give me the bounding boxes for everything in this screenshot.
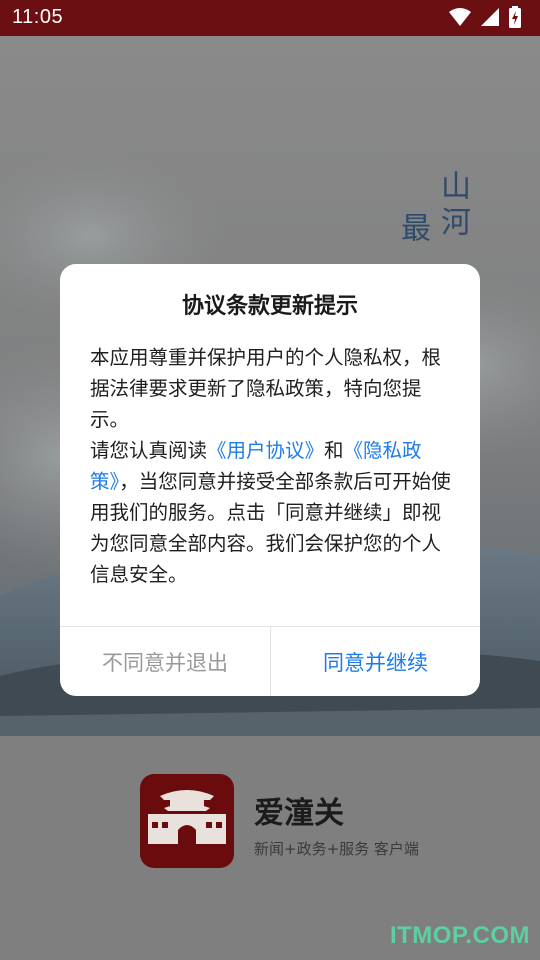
status-time: 11:05 <box>12 6 64 28</box>
status-bar: 11:05 <box>0 0 540 36</box>
paragraph-2-suffix: ，当您同意并接受全部条款后可开始使用我们的服务。点击「同意并继续」即视为您同意全… <box>90 470 451 586</box>
city-gate-icon <box>148 790 226 844</box>
dialog-paragraph-2: 请您认真阅读《用户协议》和《隐私政策》，当您同意并接受全部条款后可开始使用我们的… <box>90 435 452 590</box>
poem-column-1: 山河 <box>435 170 470 242</box>
screen: 11:05 山河 最 爱潼关 新闻+政务+服务 客户端 ITMOP.COM 协议… <box>0 0 540 960</box>
disagree-exit-button[interactable]: 不同意并退出 <box>60 627 270 696</box>
poem-column-2: 最 <box>395 212 430 248</box>
app-name: 爱潼关 <box>254 796 344 831</box>
status-icons <box>448 6 522 32</box>
watermark: ITMOP.COM <box>389 922 530 949</box>
dialog-title: 协议条款更新提示 <box>181 294 358 319</box>
wifi-icon <box>448 7 472 31</box>
dialog-body: 本应用尊重并保护用户的个人隐私权，根据法律要求更新了隐私政策，特向您提示。 请您… <box>90 342 452 590</box>
dialog-paragraph-1: 本应用尊重并保护用户的个人隐私权，根据法律要求更新了隐私政策，特向您提示。 <box>90 346 442 431</box>
privacy-update-dialog: 协议条款更新提示 本应用尊重并保护用户的个人隐私权，根据法律要求更新了隐私政策，… <box>60 264 480 696</box>
agree-continue-button[interactable]: 同意并继续 <box>271 627 480 696</box>
and-text: 和 <box>324 439 344 462</box>
cellular-signal-icon <box>480 7 500 31</box>
brand-area: 爱潼关 新闻+政务+服务 客户端 ITMOP.COM <box>0 736 540 960</box>
app-slogan: 新闻+政务+服务 客户端 <box>254 840 419 858</box>
paragraph-2-prefix: 请您认真阅读 <box>90 439 208 462</box>
user-agreement-link[interactable]: 《用户协议》 <box>207 439 324 462</box>
app-logo <box>140 774 234 868</box>
battery-charging-icon <box>508 6 522 32</box>
